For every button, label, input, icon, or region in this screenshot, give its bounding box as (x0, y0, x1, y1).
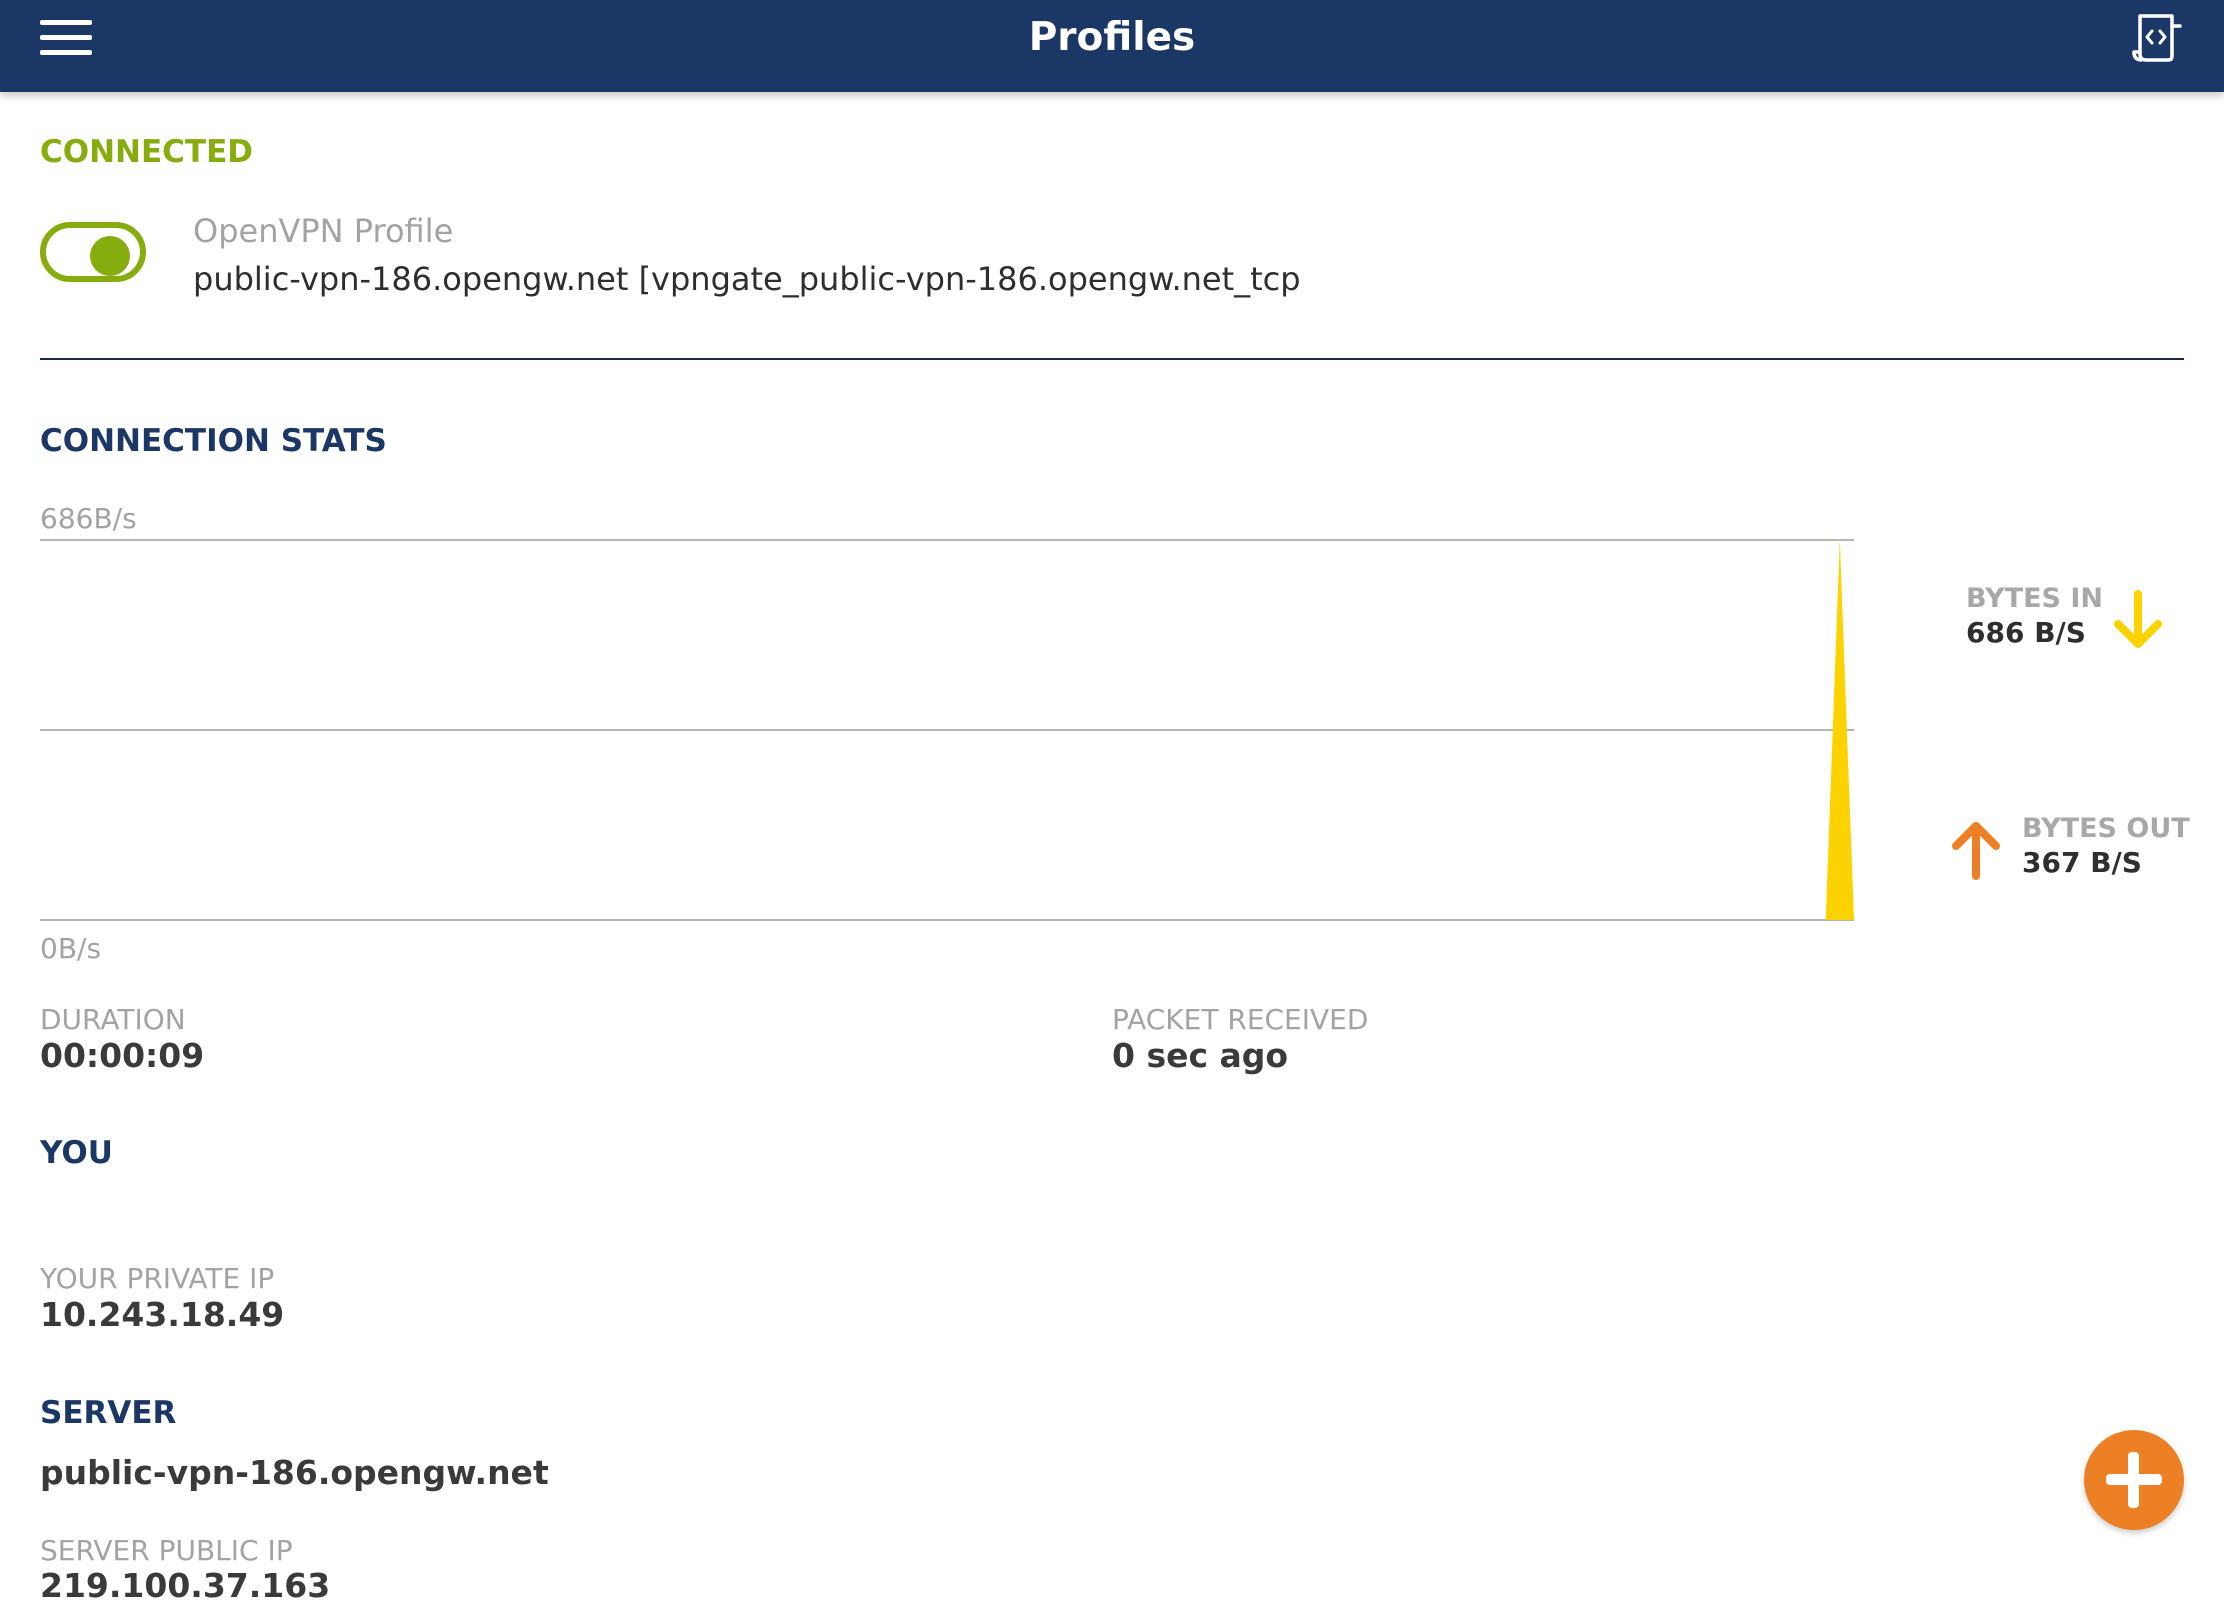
packet-received-value: 0 sec ago (1112, 1036, 1289, 1075)
add-profile-button[interactable] (2084, 1430, 2184, 1530)
server-heading: SERVER (40, 1395, 177, 1431)
duration-label: DURATION (40, 1003, 186, 1036)
you-heading: YOU (40, 1135, 113, 1171)
server-public-ip-value: 219.100.37.163 (40, 1566, 331, 1605)
private-ip-value: 10.243.18.49 (40, 1295, 285, 1334)
bytes-out-arrow-up-icon (1952, 822, 2000, 880)
private-ip-label: YOUR PRIVATE IP (40, 1262, 275, 1295)
server-hostname: public-vpn-186.opengw.net (40, 1453, 549, 1492)
bytes-out-value: 367 B/S (2022, 846, 2142, 879)
packet-received-label: PACKET RECEIVED (1112, 1003, 1369, 1036)
traffic-chart (40, 539, 1854, 921)
bytes-in-value: 686 B/S (1966, 616, 2086, 649)
server-public-ip-label: SERVER PUBLIC IP (40, 1534, 293, 1567)
bytes-in-arrow-down-icon (2114, 590, 2162, 648)
duration-value: 00:00:09 (40, 1036, 205, 1075)
bytes-out-label: BYTES OUT (2022, 813, 2190, 844)
bytes-in-label: BYTES IN (1966, 583, 2104, 614)
